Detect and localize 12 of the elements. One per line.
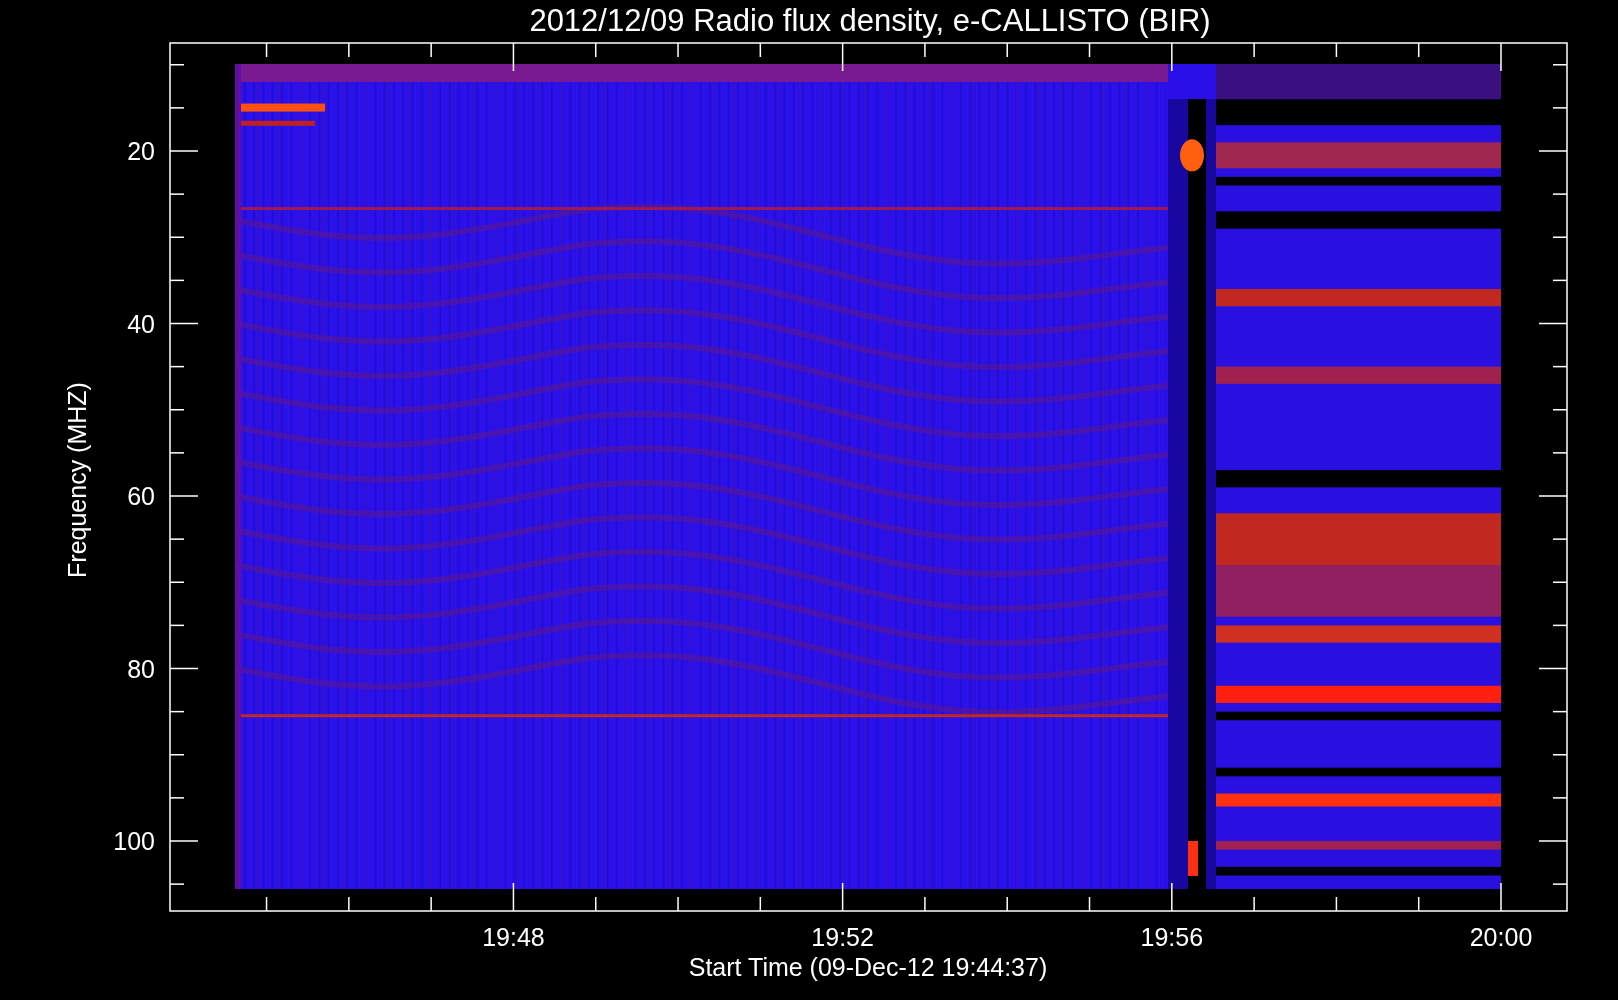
- y-tick-label: 20: [127, 137, 155, 165]
- y-tick-label: 60: [127, 482, 155, 510]
- y-axis-title: Frequency (MHZ): [63, 382, 91, 578]
- x-axis-title: Start Time (09-Dec-12 19:44:37): [688, 953, 1048, 981]
- y-tick-label: 80: [127, 654, 155, 683]
- y-tick-label: 40: [127, 309, 155, 338]
- x-tick-label: 19:56: [1140, 923, 1204, 951]
- y-tick-label: 100: [113, 827, 155, 855]
- chart-title: 2012/12/09 Radio flux density, e-CALLISTO (BIR): [529, 3, 1211, 38]
- x-tick-label: 19:52: [811, 923, 874, 951]
- x-tick-label: 19:48: [482, 923, 545, 951]
- x-tick-label: 20:00: [1469, 923, 1533, 951]
